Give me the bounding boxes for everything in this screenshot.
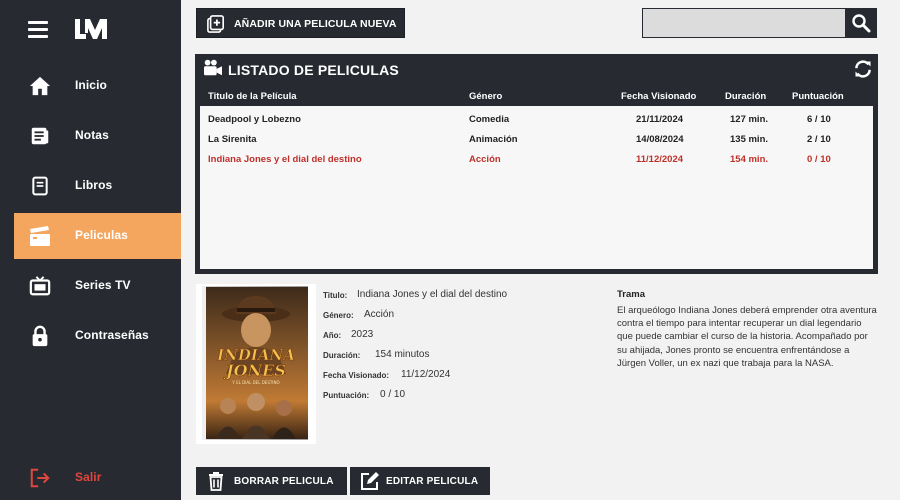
- cell-duration: 127 min.: [730, 114, 769, 125]
- cell-title: Deadpool y Lobezno: [208, 114, 301, 125]
- table-row-selected[interactable]: Indiana Jones y el dial del destino Acci…: [200, 151, 873, 171]
- poster-subtitle: Y EL DIAL DEL DESTINO: [231, 380, 279, 385]
- detail-year-label: Año:: [323, 331, 342, 340]
- search-button[interactable]: [845, 8, 877, 38]
- edit-movie-label: EDITAR PELICULA: [386, 476, 479, 487]
- cell-date: 21/11/2024: [636, 114, 684, 125]
- delete-movie-label: BORRAR PELICULA: [234, 476, 334, 487]
- detail-genre-label: Género:: [323, 311, 354, 320]
- app-logo: [75, 19, 107, 39]
- search-input[interactable]: [642, 8, 846, 38]
- movie-table: Titulo de la Película Género Fecha Visio…: [199, 85, 874, 270]
- cell-duration: 154 min.: [730, 154, 769, 165]
- home-icon: [28, 74, 52, 98]
- sidebar: Inicio Notas Libros Peliculas Series TV …: [0, 0, 181, 500]
- sidebar-item-label: Contraseñas: [75, 328, 149, 342]
- sidebar-item-series-tv[interactable]: Series TV: [14, 263, 181, 309]
- sidebar-item-inicio[interactable]: Inicio: [14, 63, 181, 109]
- detail-genre-value: Acción: [364, 309, 395, 320]
- detail-title-value: Indiana Jones y el dial del destino: [357, 289, 508, 300]
- lock-icon: [28, 324, 52, 348]
- tv-icon: [28, 274, 52, 298]
- detail-date-value: 11/12/2024: [401, 369, 451, 380]
- sidebar-item-label: Notas: [75, 128, 109, 142]
- cell-duration: 135 min.: [730, 134, 769, 145]
- movie-list-panel: LISTADO DE PELICULAS Titulo de la Pelícu…: [195, 54, 878, 274]
- sidebar-item-contrasenas[interactable]: Contraseñas: [14, 313, 181, 359]
- sidebar-item-label: Inicio: [75, 78, 107, 92]
- cell-score: 0 / 10: [807, 154, 831, 165]
- add-movie-icon: [207, 15, 225, 33]
- sidebar-item-label: Series TV: [75, 278, 131, 292]
- table-row[interactable]: Deadpool y Lobezno Comedia 21/11/2024 12…: [200, 111, 873, 131]
- cell-genre: Comedia: [469, 114, 510, 125]
- add-movie-button[interactable]: AÑADIR UNA PELICULA NUEVA: [196, 8, 405, 38]
- sidebar-item-libros[interactable]: Libros: [14, 163, 181, 209]
- poster-artwork: INDIANA JONES Y EL DIAL DEL DESTINO: [202, 286, 308, 440]
- column-header-genre[interactable]: Género: [469, 91, 502, 102]
- exit-icon: [28, 466, 52, 490]
- exit-button[interactable]: Salir: [14, 455, 181, 500]
- cell-genre: Acción: [469, 154, 501, 165]
- trash-icon: [209, 472, 223, 491]
- clapperboard-icon: [28, 224, 52, 248]
- column-header-duration[interactable]: Duración: [725, 91, 766, 102]
- notes-icon: [28, 124, 52, 148]
- detail-score-value: 0 / 10: [380, 389, 406, 400]
- detail-date-label: Fecha Visionado:: [323, 371, 390, 380]
- add-movie-label: AÑADIR UNA PELICULA NUEVA: [234, 18, 397, 30]
- cell-score: 6 / 10: [807, 114, 831, 125]
- sidebar-item-label: Peliculas: [75, 228, 128, 242]
- hamburger-menu-icon[interactable]: [28, 20, 48, 38]
- list-title: LISTADO DE PELICULAS: [228, 62, 399, 78]
- refresh-icon[interactable]: [853, 59, 873, 79]
- detail-score-label: Puntuación:: [323, 391, 370, 400]
- edit-icon: [361, 472, 379, 490]
- cell-genre: Animación: [469, 134, 518, 145]
- cell-score: 2 / 10: [807, 134, 831, 145]
- cell-title: La Sirenita: [208, 134, 257, 145]
- plot-heading: Trama: [617, 289, 645, 300]
- sidebar-item-label: Libros: [75, 178, 113, 192]
- cell-title: Indiana Jones y el dial del destino: [208, 154, 362, 165]
- cell-date: 11/12/2024: [636, 154, 684, 165]
- book-icon: [28, 174, 52, 198]
- table-row[interactable]: La Sirenita Animación 14/08/2024 135 min…: [200, 131, 873, 151]
- detail-duration-value: 154 minutos: [375, 349, 430, 360]
- delete-movie-button[interactable]: BORRAR PELICULA: [196, 467, 347, 495]
- poster-title-line2: JONES: [223, 361, 286, 380]
- column-header-score[interactable]: Puntuación: [792, 91, 844, 102]
- detail-year-value: 2023: [351, 329, 374, 340]
- detail-title-label: Titulo:: [323, 291, 348, 300]
- sidebar-item-peliculas[interactable]: Peliculas: [14, 213, 181, 259]
- movie-poster: INDIANA JONES Y EL DIAL DEL DESTINO: [196, 284, 316, 444]
- sidebar-item-notas[interactable]: Notas: [14, 113, 181, 159]
- plot-text: El arqueólogo Indiana Jones deberá empre…: [617, 305, 877, 369]
- detail-duration-label: Duración:: [323, 351, 361, 360]
- column-header-title[interactable]: Titulo de la Película: [208, 91, 297, 102]
- video-camera-icon: [204, 59, 222, 76]
- edit-movie-button[interactable]: EDITAR PELICULA: [350, 467, 490, 495]
- exit-label: Salir: [75, 470, 102, 484]
- cell-date: 14/08/2024: [636, 134, 684, 145]
- column-header-date[interactable]: Fecha Visionado: [621, 91, 696, 102]
- search-icon: [852, 14, 871, 33]
- table-header: Titulo de la Película Género Fecha Visio…: [200, 86, 873, 106]
